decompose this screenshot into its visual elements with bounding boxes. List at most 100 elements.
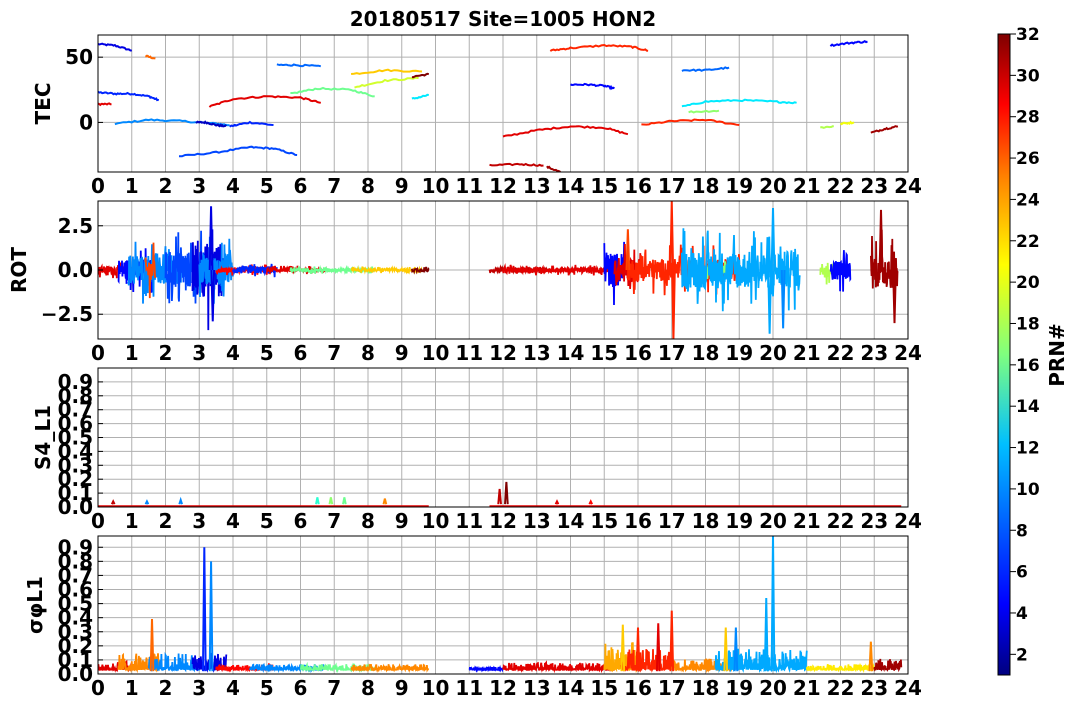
x-tick-label: 22 <box>827 676 855 700</box>
x-tick-label: 13 <box>523 341 551 365</box>
x-tick-label: 21 <box>793 341 821 365</box>
y-axis-label: S4_L1 <box>31 405 55 470</box>
x-tick-label: 18 <box>692 174 720 198</box>
x-tick-label: 15 <box>590 676 618 700</box>
spike-prn-14 <box>315 497 320 505</box>
x-tick-label: 16 <box>624 174 652 198</box>
y-tick-label: 0.9 <box>58 535 93 559</box>
x-tick-label: 14 <box>557 341 585 365</box>
y-tick-label: 0.0 <box>58 258 93 282</box>
x-tick-label: 14 <box>557 676 585 700</box>
spike-prn-10 <box>767 269 772 334</box>
x-tick-label: 5 <box>260 174 274 198</box>
x-tick-label: 13 <box>523 676 551 700</box>
x-tick-label: 21 <box>793 174 821 198</box>
x-tick-label: 20 <box>759 676 787 700</box>
series-prn-5 <box>570 82 616 91</box>
x-tick-label: 20 <box>759 341 787 365</box>
chart-title: 20180517 Site=1005 HON2 <box>350 7 656 31</box>
x-tick-label: 7 <box>327 676 341 700</box>
x-tick-label: 10 <box>422 509 450 533</box>
spike-prn-28 <box>588 499 593 505</box>
x-tick-label: 23 <box>860 509 888 533</box>
figure: 20180517 Site=1005 HON2 0 1 2 3 4 5 6 7 8 9 10 11 12… <box>7 7 1069 700</box>
x-tick-label: 19 <box>725 676 753 700</box>
x-tick-label: 1 <box>125 174 139 198</box>
x-tick-label: 15 <box>590 174 618 198</box>
series-prn-27 <box>549 43 649 52</box>
x-tick-label: 3 <box>192 174 206 198</box>
x-tick-label: 5 <box>260 676 274 700</box>
x-tick-label: 2 <box>159 676 173 700</box>
series-prn-5 <box>468 664 504 673</box>
x-tick-label: 4 <box>226 341 240 365</box>
x-tick-label: 4 <box>226 174 240 198</box>
x-tick-label: 1 <box>125 341 139 365</box>
series-prn-24 <box>350 663 430 673</box>
x-tick-label: 3 <box>192 509 206 533</box>
colorbar-tick-label: 12 <box>1016 439 1040 459</box>
panels: 0 1 2 3 4 5 6 7 8 9 10 11 12 13 14 15 16 17 18 19 20 21 22 23 24… <box>7 34 922 700</box>
colorbar-gradient <box>997 33 1011 676</box>
y-axis-label: σφL1 <box>23 576 47 634</box>
x-tick-label: 9 <box>395 509 409 533</box>
x-tick-label: 12 <box>489 509 517 533</box>
colorbar-tick-label: 26 <box>1016 149 1040 169</box>
x-tick-label: 6 <box>294 509 308 533</box>
y-tick-label: 2.5 <box>58 214 93 238</box>
colorbar-tick-label: 24 <box>1016 190 1040 210</box>
x-tick-label: 5 <box>260 341 274 365</box>
colorbar-tick-label: 4 <box>1016 604 1028 624</box>
x-tick-label: 10 <box>422 676 450 700</box>
x-tick-label: 19 <box>725 509 753 533</box>
x-tick-label: 10 <box>422 341 450 365</box>
spike-prn-16 <box>342 497 347 505</box>
series-prn-8 <box>276 63 322 68</box>
x-tick-label: 10 <box>422 174 450 198</box>
series-group <box>98 481 902 507</box>
colorbar-tick-label: 16 <box>1016 356 1040 376</box>
x-tick-label: 20 <box>759 174 787 198</box>
panel-4: 0 1 2 3 4 5 6 7 8 9 10 11 12 13 14 15 16 17 18 19 20 21 22 23 24… <box>23 535 922 700</box>
spike-prn-9 <box>144 499 150 505</box>
x-tick-label: 21 <box>793 509 821 533</box>
spike-prn-29 <box>554 499 560 505</box>
colorbar: 2468101214161820222426283032 PRN# <box>997 25 1069 676</box>
series-prn-17 <box>688 109 720 114</box>
x-tick-label: 13 <box>523 509 551 533</box>
x-tick-label: 0 <box>91 676 105 700</box>
colorbar-ticks: 2468101214161820222426283032 <box>1010 25 1040 665</box>
x-tick-label: 0 <box>91 341 105 365</box>
series-prn-7 <box>178 145 298 158</box>
colorbar-tick-label: 2 <box>1016 645 1028 665</box>
colorbar-label: PRN# <box>1045 323 1069 387</box>
x-tick-label: 8 <box>361 174 375 198</box>
colorbar-tick-label: 10 <box>1016 480 1040 500</box>
x-tick-label: 6 <box>294 341 308 365</box>
series-group <box>98 40 899 172</box>
series-prn-29 <box>502 660 616 674</box>
x-tick-label: 2 <box>159 509 173 533</box>
x-tick-label: 18 <box>692 676 720 700</box>
x-tick-label: 3 <box>192 341 206 365</box>
series-prn-18 <box>819 125 834 129</box>
series-prn-31 <box>546 165 561 172</box>
spike-prn-9 <box>178 496 183 505</box>
x-tick-label: 17 <box>658 676 686 700</box>
x-tick-label: 12 <box>489 676 517 700</box>
colorbar-tick-label: 22 <box>1016 232 1040 252</box>
x-tick-label: 20 <box>759 509 787 533</box>
series-prn-6 <box>98 90 160 102</box>
series-prn-29 <box>98 102 112 107</box>
x-tick-label: 15 <box>590 341 618 365</box>
panel-2: 0 1 2 3 4 5 6 7 8 9 10 11 12 13 14 15 16 17 18 19 20 21 22 23 24… <box>7 200 922 365</box>
x-tick-label: 22 <box>827 509 855 533</box>
x-tick-label: 11 <box>455 676 483 700</box>
x-tick-label: 4 <box>226 676 240 700</box>
series-prn-27 <box>620 649 673 673</box>
x-tick-label: 16 <box>624 676 652 700</box>
y-tick-label: 0 <box>79 110 93 134</box>
series-prn-22 <box>350 68 423 75</box>
series-prn-29 <box>502 125 629 138</box>
x-tick-label: 21 <box>793 676 821 700</box>
